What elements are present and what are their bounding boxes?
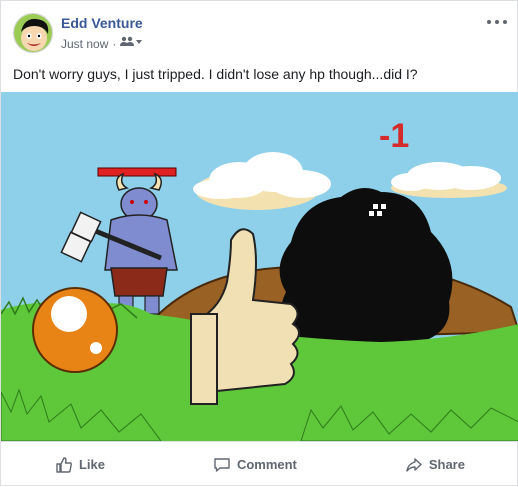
post-message: Don't worry guys, I just tripped. I didn… bbox=[13, 66, 418, 82]
more-options-button[interactable] bbox=[487, 15, 507, 29]
orb-icon bbox=[32, 287, 118, 373]
author-name[interactable]: Edd Venture bbox=[61, 15, 143, 31]
post-image[interactable]: -1 bbox=[1, 92, 518, 441]
comment-icon bbox=[214, 457, 230, 472]
avatar-image bbox=[14, 14, 52, 52]
comic-illustration: -1 bbox=[1, 92, 518, 441]
share-icon bbox=[406, 457, 422, 472]
dot-icon bbox=[487, 20, 491, 24]
share-label: Share bbox=[428, 457, 465, 472]
comment-button[interactable]: Comment bbox=[199, 450, 311, 480]
friends-icon[interactable] bbox=[120, 36, 143, 51]
facebook-post: Edd Venture Just now · Don't worry guys,… bbox=[0, 0, 518, 486]
like-label: Like bbox=[78, 457, 105, 472]
enemy-health-bar bbox=[97, 167, 177, 177]
damage-number: -1 bbox=[379, 117, 409, 155]
post-header: Edd Venture Just now · bbox=[1, 1, 518, 61]
post-timestamp[interactable]: Just now bbox=[61, 37, 108, 51]
dot-icon bbox=[495, 20, 499, 24]
author-avatar[interactable] bbox=[13, 13, 53, 53]
like-button[interactable]: Like bbox=[41, 450, 119, 480]
meta-separator: · bbox=[112, 36, 117, 51]
post-meta: Just now · bbox=[61, 36, 143, 51]
dot-icon bbox=[503, 20, 507, 24]
comment-label: Comment bbox=[236, 457, 297, 472]
like-icon bbox=[56, 456, 72, 473]
share-button[interactable]: Share bbox=[391, 450, 479, 480]
post-actions: Like Comment Share bbox=[1, 441, 518, 487]
